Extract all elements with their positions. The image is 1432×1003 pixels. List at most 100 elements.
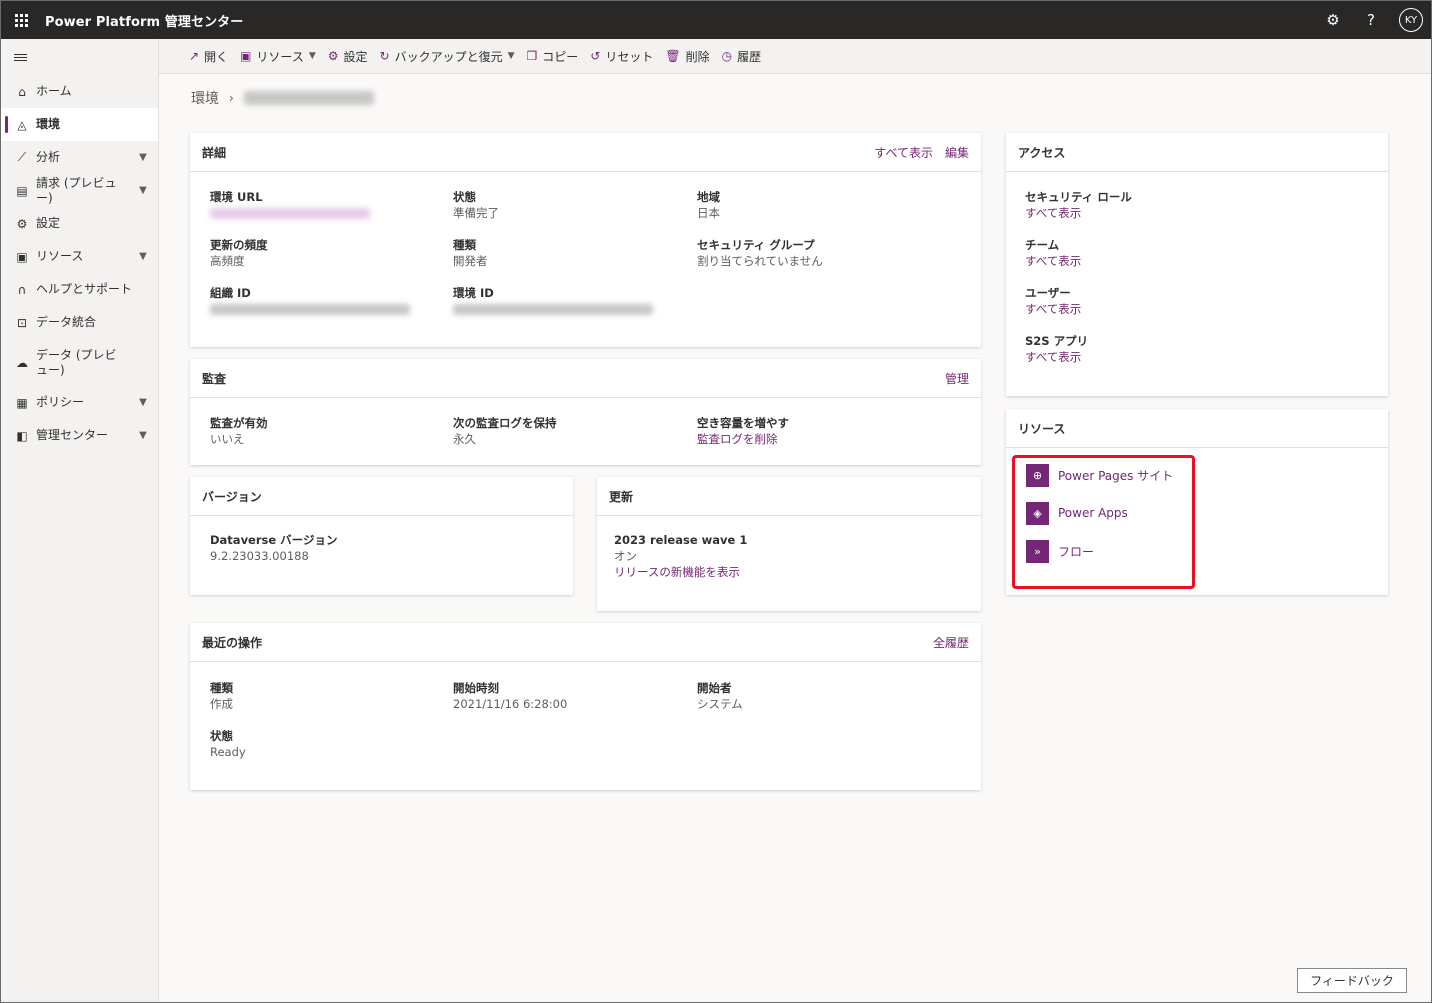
breadcrumb: 環境 › <box>191 88 374 108</box>
avatar[interactable]: KY <box>1399 8 1423 32</box>
sidebar-item-resources[interactable]: ▣ リソース ▼ <box>1 240 158 273</box>
teams-see-all-link[interactable]: すべて表示 <box>1025 253 1081 269</box>
chevron-right-icon: › <box>229 91 234 105</box>
field-label: 空き容量を増やす <box>697 416 789 430</box>
headset-icon: ∩ <box>17 282 27 297</box>
field-value: 作成 <box>210 697 233 711</box>
chevron-down-icon: ▼ <box>308 51 316 61</box>
delete-audit-logs-link[interactable]: 監査ログを削除 <box>697 431 789 447</box>
sidebar-item-analytics[interactable]: ⟋ 分析 ▼ <box>1 141 158 174</box>
dataverse-version-field: Dataverse バージョン 9.2.23033.00188 <box>210 532 337 564</box>
field-label: セキュリティ グループ <box>697 238 815 252</box>
field-value: 準備完了 <box>453 206 499 220</box>
s2s-apps-see-all-link[interactable]: すべて表示 <box>1025 349 1088 365</box>
access-title: アクセス <box>1018 145 1066 160</box>
recent-state-field: 状態 Ready <box>210 728 246 760</box>
settings-gear-icon[interactable]: ⚙ <box>1323 11 1343 29</box>
top-right-actions: ⚙ ? KY <box>1323 1 1423 39</box>
field-label: 環境 ID <box>453 286 494 300</box>
field-label: 監査が有効 <box>210 416 268 430</box>
audit-manage-link[interactable]: 管理 <box>945 370 969 387</box>
command-label: 設定 <box>343 49 368 64</box>
env-id-field: 環境 ID <box>453 285 653 318</box>
feedback-button[interactable]: フィードバック <box>1297 968 1407 993</box>
field-label: 種類 <box>453 238 476 252</box>
update-card: 更新 2023 release wave 1 オン リリースの新機能を表示 <box>597 477 981 611</box>
sidebar-item-label: 分析 <box>36 150 61 164</box>
field-label: チーム <box>1025 238 1060 252</box>
details-edit-link[interactable]: 編集 <box>945 144 969 161</box>
resources-card-header: リソース <box>1006 409 1388 448</box>
field-value: オン <box>614 549 637 563</box>
sidebar-item-help[interactable]: ∩ ヘルプとサポート <box>1 273 158 306</box>
field-value: 割り当てられていません <box>697 254 823 268</box>
command-label: 開く <box>204 49 229 64</box>
open-button[interactable]: ↗ 開く <box>189 48 228 65</box>
access-s2s-apps: S2S アプリ すべて表示 <box>1025 333 1088 365</box>
state-field: 状態 準備完了 <box>453 189 499 221</box>
sidebar-item-home[interactable]: ⌂ ホーム <box>1 75 158 108</box>
field-label: 地域 <box>697 190 720 204</box>
update-frequency-field: 更新の頻度 高頻度 <box>210 237 268 269</box>
sidebar-item-billing[interactable]: ▤ 請求 (プレビュー) ▼ <box>1 174 158 207</box>
collapse-nav-button[interactable] <box>1 39 158 75</box>
resources-title: リソース <box>1018 421 1066 436</box>
hamburger-icon <box>14 52 27 63</box>
field-label: 組織 ID <box>210 286 251 300</box>
sidebar-item-policies[interactable]: ▦ ポリシー ▼ <box>1 386 158 419</box>
chevron-down-icon: ▼ <box>139 152 147 163</box>
history-button[interactable]: ◷ 履歴 <box>722 48 762 65</box>
sidebar-item-data-preview[interactable]: ☁ データ (プレビュー) <box>1 339 158 386</box>
field-label: ユーザー <box>1025 286 1071 300</box>
env-url-redacted <box>210 208 370 219</box>
org-id-redacted <box>210 304 410 315</box>
gear-icon: ⚙ <box>16 216 28 231</box>
sidebar-item-admin-centers[interactable]: ◧ 管理センター ▼ <box>1 419 158 452</box>
sidebar-item-environments[interactable]: ◬ 環境 <box>1 108 158 141</box>
field-label: S2S アプリ <box>1025 334 1089 348</box>
users-see-all-link[interactable]: すべて表示 <box>1025 301 1081 317</box>
top-bar: Power Platform 管理センター ⚙ ? KY <box>1 1 1431 39</box>
breadcrumb-environments-link[interactable]: 環境 <box>191 88 219 108</box>
app-launcher-button[interactable] <box>1 1 41 39</box>
release-new-features-link[interactable]: リリースの新機能を表示 <box>614 564 747 580</box>
recent-by-field: 開始者 システム <box>697 680 743 712</box>
copy-icon: ❐ <box>526 49 538 63</box>
home-icon: ⌂ <box>18 84 26 99</box>
details-see-all-link[interactable]: すべて表示 <box>874 144 933 161</box>
region-field: 地域 日本 <box>697 189 720 221</box>
audit-retain-field: 次の監査ログを保持 永久 <box>453 415 557 447</box>
reset-button[interactable]: ↺ リセット <box>590 48 653 65</box>
gear-icon: ⚙ <box>327 49 339 63</box>
resources-button[interactable]: ▣ リソース ▼ <box>240 48 316 65</box>
field-label: セキュリティ ロール <box>1025 190 1132 204</box>
field-label: 種類 <box>210 681 233 695</box>
copy-button[interactable]: ❐ コピー <box>527 48 579 65</box>
chevron-down-icon: ▼ <box>139 251 147 262</box>
delete-icon: 🗑 <box>665 49 681 63</box>
details-title: 詳細 <box>202 145 227 160</box>
environment-icon: ◬ <box>17 117 27 132</box>
help-icon[interactable]: ? <box>1361 11 1381 29</box>
open-icon: ↗ <box>189 49 200 63</box>
delete-button[interactable]: 🗑 削除 <box>665 48 709 65</box>
command-label: 履歴 <box>737 49 762 64</box>
details-card-header: 詳細 すべて表示 編集 <box>190 133 981 172</box>
sidebar-item-settings[interactable]: ⚙ 設定 <box>1 207 158 240</box>
field-label: 環境 URL <box>210 190 263 204</box>
sidebar-item-label: 管理センター <box>36 428 109 442</box>
full-history-link[interactable]: 全履歴 <box>933 634 969 651</box>
security-roles-see-all-link[interactable]: すべて表示 <box>1025 205 1132 221</box>
backup-restore-button[interactable]: ↻ バックアップと復元 ▼ <box>380 48 515 65</box>
version-card-header: バージョン <box>190 477 573 516</box>
field-label: 次の監査ログを保持 <box>453 416 557 430</box>
field-label: Dataverse バージョン <box>210 533 338 547</box>
sidebar-item-label: 設定 <box>36 216 61 230</box>
recent-start-field: 開始時刻 2021/11/16 6:28:00 <box>453 680 567 712</box>
sidebar-item-data-integration[interactable]: ⊡ データ統合 <box>1 306 158 339</box>
settings-button[interactable]: ⚙ 設定 <box>328 48 368 65</box>
sidebar: ⌂ ホーム ◬ 環境 ⟋ 分析 ▼ ▤ 請求 (プレビュー) ▼ ⚙ 設定 ▣ … <box>1 39 159 1002</box>
field-value: システム <box>697 697 743 711</box>
sidebar-item-label: データ統合 <box>36 315 97 329</box>
access-card-header: アクセス <box>1006 133 1388 172</box>
